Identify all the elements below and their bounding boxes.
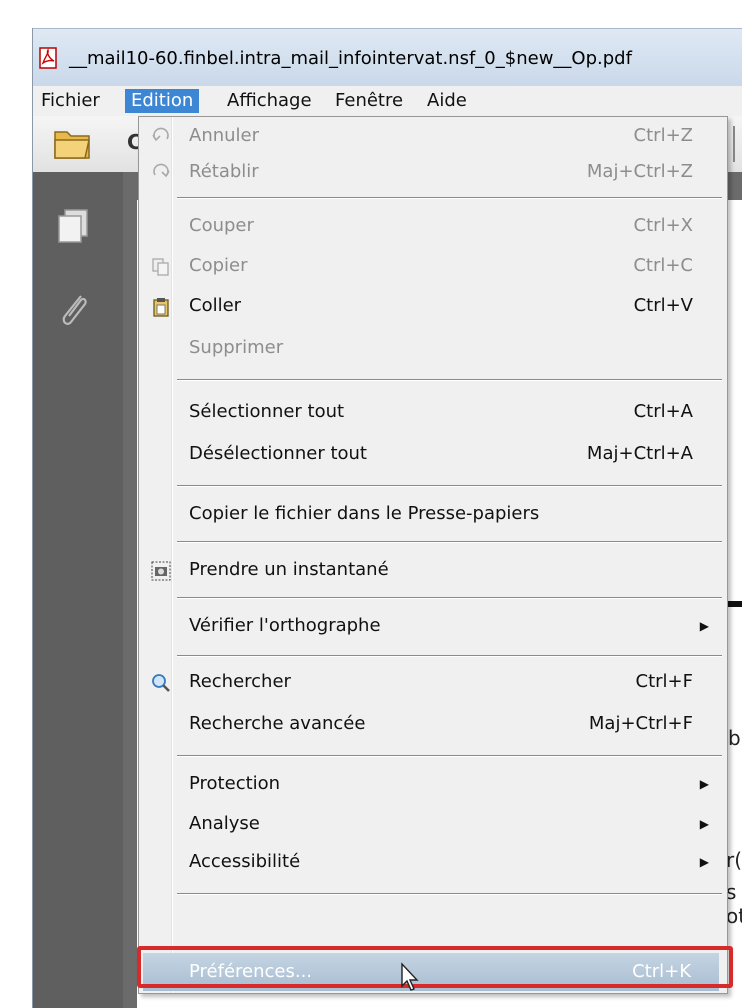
menu-item-shortcut: Maj+Ctrl+A: [586, 443, 693, 464]
attachment-icon[interactable]: [57, 290, 91, 330]
menu-item-label: Rechercher: [189, 671, 291, 692]
navigation-panel: [33, 172, 123, 1008]
menu-item-shortcut: Ctrl+F: [635, 671, 693, 692]
annotation-highlight-box: [137, 946, 733, 988]
edition-dropdown-menu: Annuler Ctrl+Z Rétablir Maj+Ctrl+Z Coupe…: [138, 116, 728, 994]
document-text-fragment: ot: [726, 904, 742, 928]
open-folder-icon[interactable]: [53, 126, 93, 160]
document-rule: [728, 601, 742, 607]
menu-fenetre[interactable]: Fenêtre: [329, 89, 409, 113]
menu-item-shortcut: Ctrl+Z: [633, 125, 693, 146]
menu-item-label: Annuler: [189, 125, 260, 146]
menu-item-shortcut: Maj+Ctrl+F: [588, 713, 693, 734]
menu-item-accessibilite[interactable]: Accessibilité ▶: [143, 845, 721, 879]
menu-separator: [177, 485, 722, 487]
menu-item-analyse[interactable]: Analyse ▶: [143, 807, 721, 841]
menu-item-retablir[interactable]: Rétablir Maj+Ctrl+Z: [143, 155, 721, 189]
menu-item-label: Analyse: [189, 813, 260, 834]
menu-item-label: Couper: [189, 215, 254, 236]
menu-item-couper[interactable]: Couper Ctrl+X: [143, 209, 721, 243]
submenu-arrow-icon: ▶: [699, 777, 709, 791]
menu-item-label: Recherche avancée: [189, 713, 366, 734]
menu-bar: Fichier Edition Affichage Fenêtre Aide: [33, 86, 742, 117]
title-bar: __mail10-60.finbel.intra_mail_infointerv…: [33, 28, 742, 87]
menu-edition[interactable]: Edition: [125, 89, 200, 113]
submenu-arrow-icon: ▶: [699, 619, 709, 633]
undo-icon: [152, 127, 169, 142]
menu-item-label: Accessibilité: [189, 851, 301, 872]
menu-item-instantane[interactable]: Prendre un instantané: [143, 553, 721, 587]
paste-icon: [153, 298, 169, 317]
menu-item-shortcut: Maj+Ctrl+Z: [586, 161, 693, 182]
window-title: __mail10-60.finbel.intra_mail_infointerv…: [69, 48, 632, 69]
menu-item-coller[interactable]: Coller Ctrl+V: [143, 289, 721, 323]
menu-item-label: Vérifier l'orthographe: [189, 615, 381, 636]
menu-item-recherche-avancee[interactable]: Recherche avancée Maj+Ctrl+F: [143, 707, 721, 741]
menu-affichage[interactable]: Affichage: [221, 89, 318, 113]
menu-item-label: Protection: [189, 773, 281, 794]
menu-item-copier[interactable]: Copier Ctrl+C: [143, 249, 721, 283]
menu-item-shortcut: Ctrl+C: [633, 255, 693, 276]
menu-item-label: Coller: [189, 295, 242, 316]
menu-aide[interactable]: Aide: [421, 89, 473, 113]
menu-fichier[interactable]: Fichier: [35, 89, 106, 113]
menu-item-shortcut: Ctrl+A: [633, 401, 693, 422]
menu-separator: [177, 893, 722, 895]
menu-item-deselectionner-tout[interactable]: Désélectionner tout Maj+Ctrl+A: [143, 437, 721, 471]
menu-item-shortcut: Ctrl+V: [633, 295, 693, 316]
menu-item-label: Copier le fichier dans le Presse-papiers: [189, 503, 540, 524]
menu-separator: [177, 755, 722, 757]
menu-separator: [177, 379, 722, 381]
menu-separator: [177, 541, 722, 543]
redo-icon: [153, 163, 170, 178]
menu-item-protection[interactable]: Protection ▶: [143, 767, 721, 801]
menu-separator: [177, 597, 722, 599]
menu-item-supprimer[interactable]: Supprimer: [143, 331, 721, 365]
menu-item-label: Désélectionner tout: [189, 443, 367, 464]
submenu-arrow-icon: ▶: [699, 817, 709, 831]
submenu-arrow-icon: ▶: [699, 855, 709, 869]
menu-item-label: Rétablir: [189, 161, 259, 182]
menu-item-selectionner-tout[interactable]: Sélectionner tout Ctrl+A: [143, 395, 721, 429]
menu-separator: [177, 197, 722, 199]
menu-item-verifier-orthographe[interactable]: Vérifier l'orthographe ▶: [143, 609, 721, 643]
menu-item-label: Sélectionner tout: [189, 401, 345, 422]
document-text-fragment: b: [728, 726, 741, 750]
menu-item-shortcut: Ctrl+X: [633, 215, 693, 236]
pages-icon[interactable]: [55, 208, 91, 244]
camera-icon: [151, 561, 171, 581]
menu-separator: [177, 655, 722, 657]
copy-icon: [152, 258, 169, 276]
menu-item-label: Prendre un instantané: [189, 559, 389, 580]
document-text-fragment: r(: [726, 848, 742, 872]
menu-item-label: Copier: [189, 255, 248, 276]
menu-item-copier-fichier[interactable]: Copier le fichier dans le Presse-papiers: [143, 497, 721, 531]
mouse-cursor-icon: [401, 962, 419, 991]
menu-item-annuler[interactable]: Annuler Ctrl+Z: [143, 119, 721, 153]
toolbar-separator: [733, 126, 735, 162]
menu-item-label: Supprimer: [189, 337, 284, 358]
search-icon: [152, 674, 170, 692]
pdf-file-icon: [39, 47, 57, 69]
menu-item-rechercher[interactable]: Rechercher Ctrl+F: [143, 665, 721, 699]
